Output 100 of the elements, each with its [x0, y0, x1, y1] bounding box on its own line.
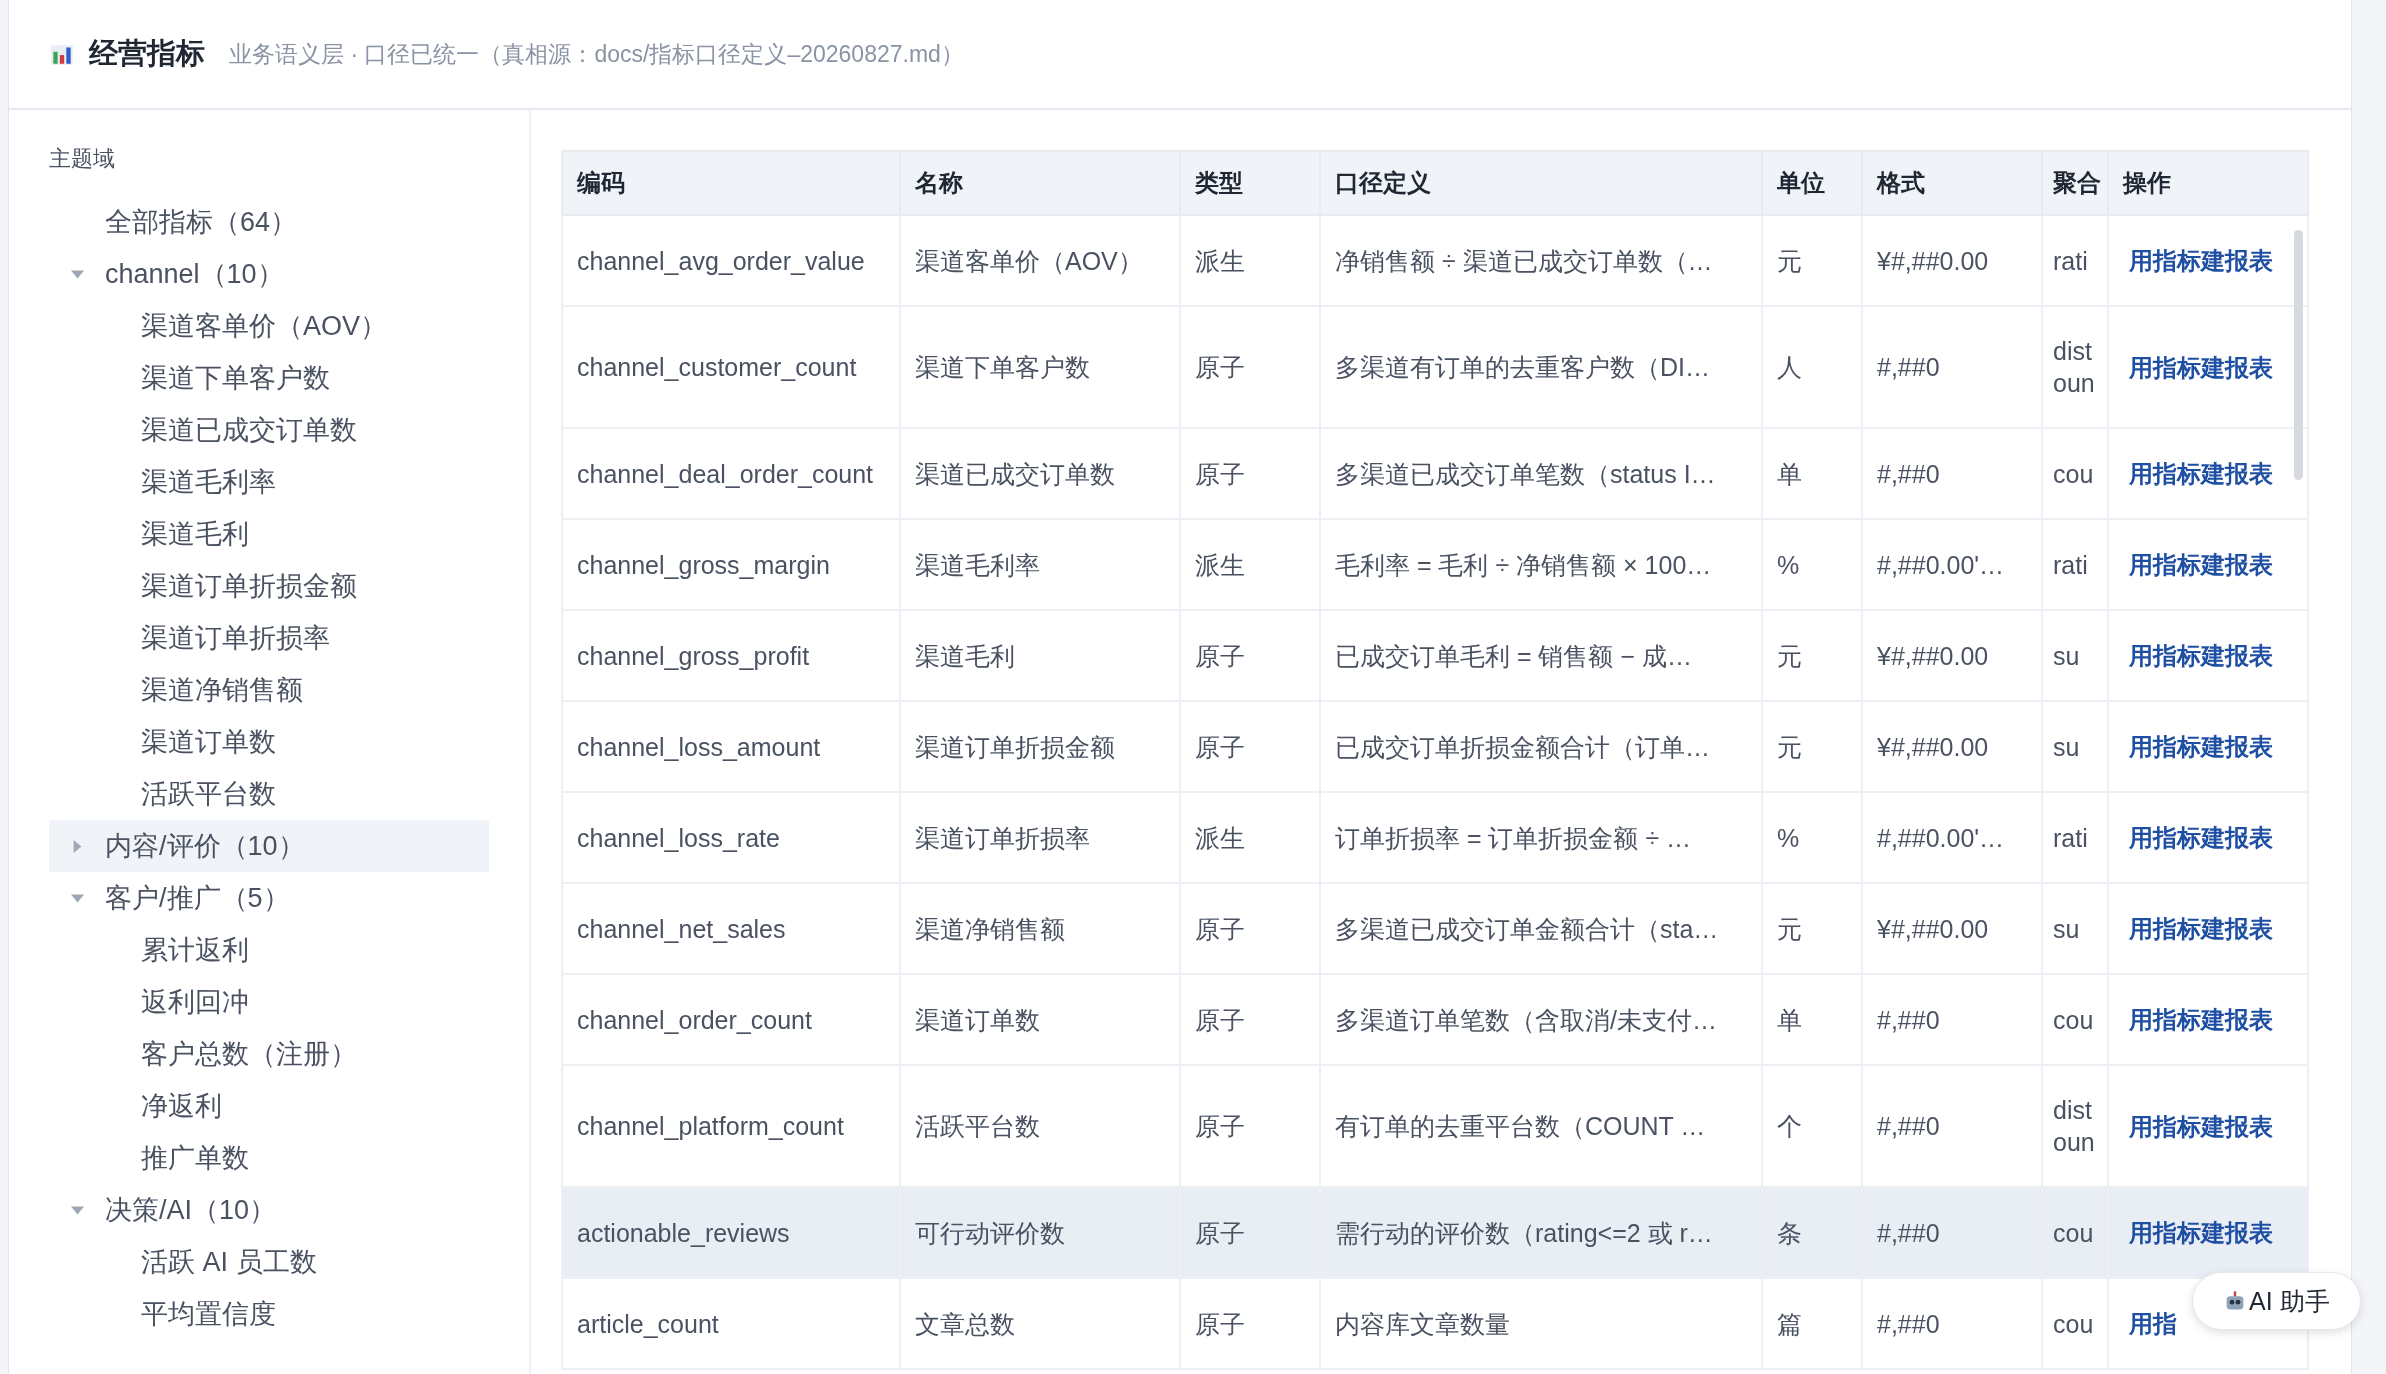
table-cell: 毛利率 = 毛利 ÷ 净销售额 × 100… [1320, 519, 1762, 610]
table-cell: % [1762, 519, 1862, 610]
table-cell: 渠道订单折损率 [900, 792, 1180, 883]
tree-item[interactable]: 渠道订单折损率 [49, 612, 489, 664]
tree-item[interactable]: 渠道净销售额 [49, 664, 489, 716]
table-cell: #,##0.00'… [1862, 792, 2042, 883]
table-cell: 派生 [1180, 792, 1320, 883]
table-cell: 已成交订单毛利 = 销售额 − 成… [1320, 610, 1762, 701]
column-header: 格式 [1862, 151, 2042, 215]
page-title: 经营指标 [89, 36, 205, 71]
tree-item[interactable]: 平均置信度 [49, 1288, 489, 1340]
table-cell: 原子 [1180, 428, 1320, 519]
table-cell: 渠道毛利 [900, 610, 1180, 701]
tree-item[interactable]: 净返利 [49, 1080, 489, 1132]
tree-item[interactable]: 活跃 AI 员工数 [49, 1236, 489, 1288]
tree-item[interactable]: 返利回冲 [49, 976, 489, 1028]
table-cell: 原子 [1180, 610, 1320, 701]
table-cell: ¥#,##0.00 [1862, 701, 2042, 792]
table-cell: 单 [1762, 974, 1862, 1065]
table-cell: 多渠道有订单的去重客户数（DI… [1320, 306, 1762, 428]
tree-item[interactable]: 渠道下单客户数 [49, 352, 489, 404]
table-cell: channel_order_count [562, 974, 900, 1065]
table-cell: article_count [562, 1278, 900, 1369]
table-cell: 原子 [1180, 883, 1320, 974]
table-cell: channel_deal_order_count [562, 428, 900, 519]
column-header: 名称 [900, 151, 1180, 215]
table-cell: #,##0.00'… [1862, 519, 2042, 610]
table-cell: 渠道毛利率 [900, 519, 1180, 610]
tree-item[interactable]: 活跃平台数 [49, 768, 489, 820]
build-report-link[interactable]: 用指标建报表 [2129, 1112, 2273, 1140]
tree-item[interactable]: 推广单数 [49, 1132, 489, 1184]
table-cell: channel_loss_amount [562, 701, 900, 792]
table-cell: 已成交订单折损金额合计（订单… [1320, 701, 1762, 792]
table-cell: 元 [1762, 610, 1862, 701]
table-cell: % [1762, 792, 1862, 883]
ai-assistant-button[interactable]: AI 助手 [2192, 1272, 2361, 1330]
table-cell: #,##0 [1862, 306, 2042, 428]
table-cell: 渠道净销售额 [900, 883, 1180, 974]
table-cell: 元 [1762, 701, 1862, 792]
tree-item[interactable]: 渠道订单折损金额 [49, 560, 489, 612]
table-cell: 渠道已成交订单数 [900, 428, 1180, 519]
table-cell: 派生 [1180, 519, 1320, 610]
tree-item[interactable]: 渠道客单价（AOV） [49, 300, 489, 352]
tree-item[interactable]: 全部指标（64） [49, 196, 489, 248]
tree-item[interactable]: 渠道毛利 [49, 508, 489, 560]
table-cell: 渠道订单折损金额 [900, 701, 1180, 792]
table-cell: 人 [1762, 306, 1862, 428]
column-header: 操作 [2108, 151, 2308, 215]
table-cell: #,##0 [1862, 1187, 2042, 1278]
table-cell: 净销售额 ÷ 渠道已成交订单数（… [1320, 215, 1762, 306]
table-cell: 原子 [1180, 1278, 1320, 1369]
page-subtitle: 业务语义层 · 口径已统一（真相源：docs/指标口径定义–20260827.md） [229, 39, 964, 69]
table-cell: channel_customer_count [562, 306, 900, 428]
table-cell: 元 [1762, 883, 1862, 974]
table-cell: 原子 [1180, 974, 1320, 1065]
table-cell: #,##0 [1862, 1278, 2042, 1369]
table-cell: 渠道订单数 [900, 974, 1180, 1065]
table-cell: 多渠道已成交订单笔数（status I… [1320, 428, 1762, 519]
table-cell: 需行动的评价数（rating<=2 或 r… [1320, 1187, 1762, 1278]
table-cell: ¥#,##0.00 [1862, 610, 2042, 701]
tree-item[interactable]: 内容/评价（10） [49, 820, 489, 872]
table-cell: 原子 [1180, 306, 1320, 428]
table-cell: 篇 [1762, 1278, 1862, 1369]
table-cell: 原子 [1180, 701, 1320, 792]
table-cell: 多渠道已成交订单金额合计（sta… [1320, 883, 1762, 974]
table-cell: 派生 [1180, 215, 1320, 306]
table-cell: #,##0 [1862, 974, 2042, 1065]
column-header: 单位 [1762, 151, 1862, 215]
build-report-link[interactable]: 用指 [2129, 1310, 2177, 1337]
tree-item[interactable]: 渠道订单数 [49, 716, 489, 768]
column-header: 类型 [1180, 151, 1320, 215]
table-cell: cou [2042, 1187, 2108, 1278]
tree-item[interactable]: 累计返利 [49, 924, 489, 976]
column-header: 聚合 [2042, 151, 2108, 215]
table-cell: #,##0 [1862, 428, 2042, 519]
table-cell: 单 [1762, 428, 1862, 519]
table-cell: ¥#,##0.00 [1862, 215, 2042, 306]
sidebar-heading: 主题域 [49, 145, 116, 173]
table-cell: actionable_reviews [562, 1187, 900, 1278]
build-report-link[interactable]: 用指标建报表 [2129, 353, 2273, 381]
column-header: 编码 [562, 151, 900, 215]
table-cell: 条 [1762, 1187, 1862, 1278]
table-cell: 渠道客单价（AOV） [900, 215, 1180, 306]
tree-item[interactable]: channel（10） [49, 248, 489, 300]
table-cell: 文章总数 [900, 1278, 1180, 1369]
table-cell: channel_gross_margin [562, 519, 900, 610]
table-cell: channel_net_sales [562, 883, 900, 974]
table-cell: channel_avg_order_value [562, 215, 900, 306]
scrollbar[interactable] [2294, 230, 2303, 480]
table-cell: channel_gross_profit [562, 610, 900, 701]
table-cell: 原子 [1180, 1187, 1320, 1278]
table-cell: 内容库文章数量 [1320, 1278, 1762, 1369]
tree-item[interactable]: 客户总数（注册） [49, 1028, 489, 1080]
table-cell: 可行动评价数 [900, 1187, 1180, 1278]
tree-item[interactable]: 渠道毛利率 [49, 456, 489, 508]
table-cell: 渠道下单客户数 [900, 306, 1180, 428]
column-header: 口径定义 [1320, 151, 1762, 215]
tree-item[interactable]: 决策/AI（10） [49, 1184, 489, 1236]
tree-item[interactable]: 渠道已成交订单数 [49, 404, 489, 456]
tree-item[interactable]: 客户/推广（5） [49, 872, 489, 924]
